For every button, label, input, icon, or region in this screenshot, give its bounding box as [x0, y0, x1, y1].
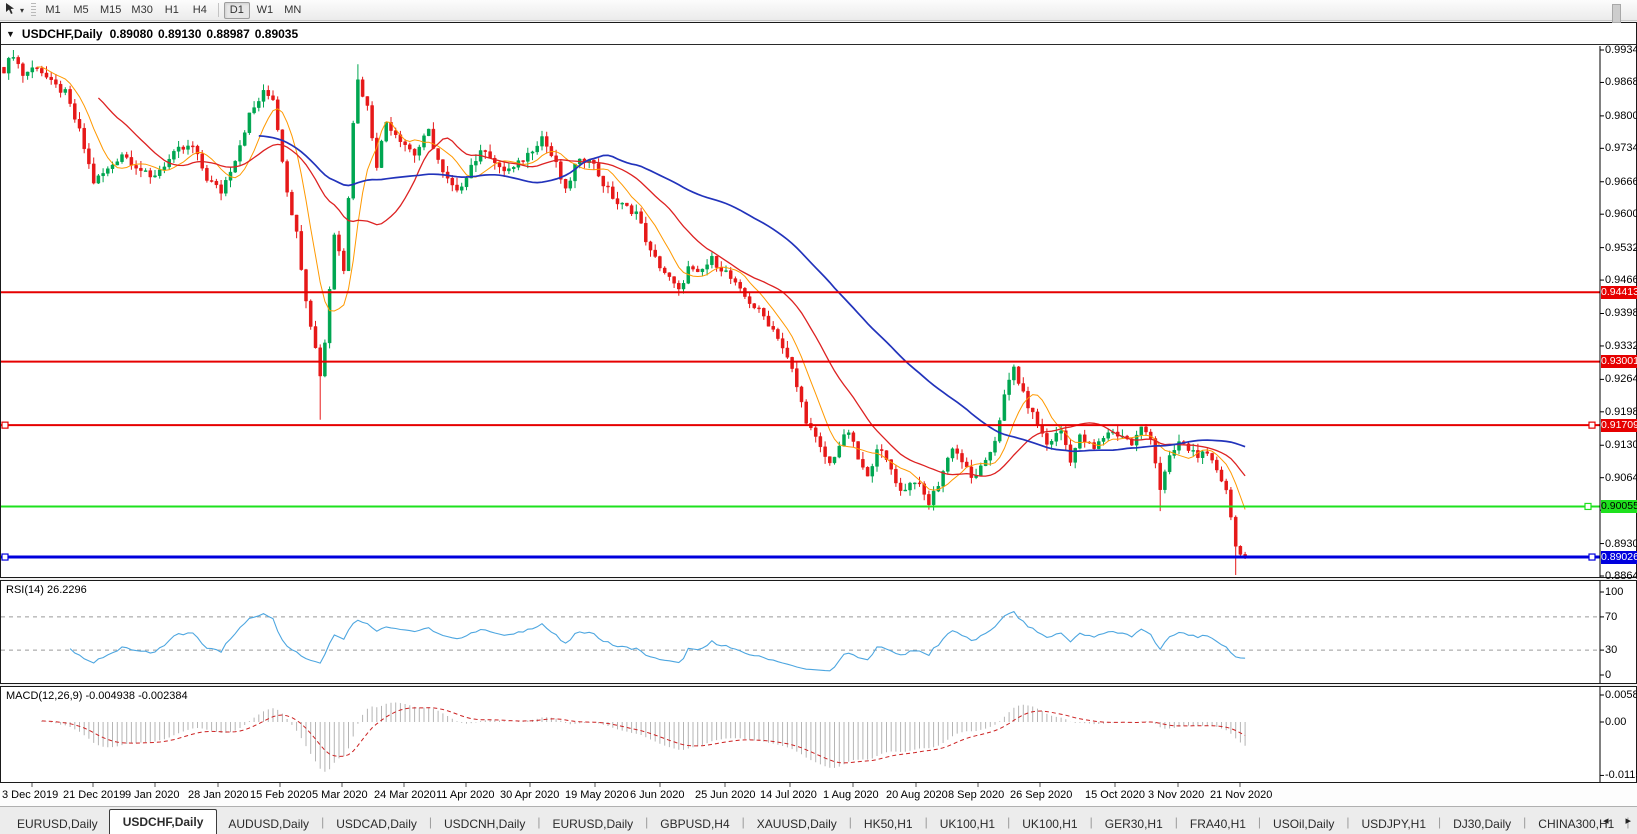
rsi-tick-label: 0: [1605, 669, 1611, 681]
tab-eurusd-daily[interactable]: EURUSD,Daily: [6, 813, 109, 834]
toolbar-separator: [218, 3, 219, 17]
date-tick-label: 3 Nov 2020: [1148, 789, 1204, 801]
price-tick-label: 0.88640: [1605, 570, 1637, 582]
macd-tick-label: 0.005818: [1605, 689, 1637, 701]
price-tick-label: 0.98680: [1605, 76, 1637, 88]
tabs-scroll-left-icon[interactable]: ◂: [1603, 814, 1609, 827]
date-tick-label: 14 Jul 2020: [760, 789, 817, 801]
ohlc-high: 0.89130: [158, 27, 201, 41]
price-tick-label: 0.90640: [1605, 472, 1637, 484]
date-tick-label: 1 Aug 2020: [823, 789, 879, 801]
chart-tabs-bar: EURUSD,DailyUSDCHF,DailyAUDUSD,Daily|USD…: [0, 806, 1637, 834]
date-tick-label: 28 Jan 2020: [188, 789, 249, 801]
cursor-tool-icon[interactable]: [4, 2, 17, 18]
tab-uk100-h1[interactable]: UK100,H1: [1011, 813, 1088, 834]
price-tick-label: 0.93980: [1605, 307, 1637, 319]
price-tick-label: 0.91300: [1605, 439, 1637, 451]
tab-usoil-h[interactable]: USOil,H: [1630, 813, 1637, 834]
date-tick-label: 20 Aug 2020: [886, 789, 948, 801]
tab-usdjpy-h1[interactable]: USDJPY,H1: [1351, 813, 1437, 834]
ohlc-open: 0.89080: [110, 27, 153, 41]
date-tick-label: 21 Dec 2019: [63, 789, 125, 801]
chart-symbol: USDCHF,Daily: [22, 27, 103, 41]
date-tick-label: 24 Mar 2020: [374, 789, 436, 801]
timeframe-w1[interactable]: W1: [252, 2, 278, 19]
tab-usoil-daily[interactable]: USOil,Daily: [1262, 813, 1345, 834]
date-tick-label: 8 Sep 2020: [948, 789, 1004, 801]
price-tick-label: 0.94660: [1605, 274, 1637, 286]
macd-label: MACD(12,26,9) -0.004938 -0.002384: [6, 690, 188, 702]
price-tick-label: 0.91980: [1605, 406, 1637, 418]
vertical-scrollbar-thumb[interactable]: [1612, 4, 1621, 23]
rsi-label: RSI(14) 26.2296: [6, 584, 87, 596]
ohlc-low: 0.88987: [206, 27, 249, 41]
tab-xauusd-daily[interactable]: XAUUSD,Daily: [746, 813, 848, 834]
rsi-tick-label: 100: [1605, 586, 1623, 598]
timeframe-buttons-right: D1W1MN: [223, 2, 307, 19]
level-price-label[interactable]: 0.91709: [1601, 419, 1637, 432]
macd-tick-label: -0.011514: [1605, 769, 1637, 781]
tab-eurusd-daily[interactable]: EURUSD,Daily: [541, 813, 644, 834]
timeframe-m30[interactable]: M30: [127, 2, 156, 19]
date-tick-label: 3 Dec 2019: [2, 789, 58, 801]
collapse-icon[interactable]: ▼: [6, 29, 15, 39]
tab-fra40-h1[interactable]: FRA40,H1: [1179, 813, 1257, 834]
timeframe-mn[interactable]: MN: [280, 2, 306, 19]
price-tick-label: 0.96000: [1605, 208, 1637, 220]
chart-title: ▼ USDCHF,Daily 0.89080 0.89130 0.88987 0…: [1, 23, 1636, 45]
toolbar-grip[interactable]: [31, 3, 36, 17]
tabs-scroll-right-icon[interactable]: ▸: [1625, 814, 1631, 827]
cursor-tool-group: ▾: [0, 2, 28, 18]
tab-uk100-h1[interactable]: UK100,H1: [929, 813, 1006, 834]
toolbar: ▾ M1M5M15M30H1H4 D1W1MN: [0, 0, 1637, 21]
main-chart-panel[interactable]: ▼ USDCHF,Daily 0.89080 0.89130 0.88987 0…: [0, 22, 1637, 578]
rsi-tick-label: 30: [1605, 644, 1617, 656]
ohlc-close: 0.89035: [255, 27, 298, 41]
rsi-panel[interactable]: RSI(14) 26.2296: [0, 580, 1637, 684]
date-tick-label: 5 Mar 2020: [312, 789, 368, 801]
date-tick-label: 15 Feb 2020: [250, 789, 312, 801]
price-tick-label: 0.89300: [1605, 538, 1637, 550]
timeframe-h1[interactable]: H1: [159, 2, 185, 19]
tab-hk50-h1[interactable]: HK50,H1: [853, 813, 924, 834]
tab-usdcad-daily[interactable]: USDCAD,Daily: [325, 813, 428, 834]
tab-usdchf-daily[interactable]: USDCHF,Daily: [109, 809, 218, 834]
timeframe-d1[interactable]: D1: [224, 2, 250, 19]
date-tick-label: 26 Sep 2020: [1010, 789, 1072, 801]
date-tick-label: 21 Nov 2020: [1210, 789, 1272, 801]
level-price-label[interactable]: 0.94413: [1601, 286, 1637, 299]
macd-panel[interactable]: MACD(12,26,9) -0.004938 -0.002384: [0, 686, 1637, 783]
tab-dj30-daily[interactable]: DJ30,Daily: [1442, 813, 1522, 834]
level-price-label[interactable]: 0.89026: [1601, 551, 1637, 564]
timeframe-m5[interactable]: M5: [68, 2, 94, 19]
date-tick-label: 6 Jun 2020: [630, 789, 684, 801]
price-tick-label: 0.98000: [1605, 110, 1637, 122]
chevron-down-icon[interactable]: ▾: [20, 6, 24, 15]
price-tick-label: 0.97340: [1605, 142, 1637, 154]
date-tick-label: 9 Jan 2020: [125, 789, 179, 801]
date-tick-label: 30 Apr 2020: [500, 789, 559, 801]
level-price-label[interactable]: 0.93001: [1601, 355, 1637, 368]
date-tick-label: 25 Jun 2020: [695, 789, 756, 801]
timeframe-h4[interactable]: H4: [187, 2, 213, 19]
tab-audusd-daily[interactable]: AUDUSD,Daily: [217, 813, 320, 834]
price-tick-label: 0.93320: [1605, 340, 1637, 352]
tab-gbpusd-h4[interactable]: GBPUSD,H4: [649, 813, 740, 834]
price-tick-label: 0.99340: [1605, 44, 1637, 56]
price-tick-label: 0.95320: [1605, 242, 1637, 254]
tab-ger30-h1[interactable]: GER30,H1: [1094, 813, 1174, 834]
level-price-label[interactable]: 0.90055: [1601, 500, 1637, 513]
rsi-tick-label: 70: [1605, 611, 1617, 623]
date-axis: 3 Dec 2019 21 Dec 20199 Jan 2020 28 Jan 20…: [0, 783, 1637, 806]
tab-usdcnh-daily[interactable]: USDCNH,Daily: [433, 813, 536, 834]
timeframe-m15[interactable]: M15: [96, 2, 125, 19]
timeframe-m1[interactable]: M1: [40, 2, 66, 19]
price-tick-label: 0.96660: [1605, 176, 1637, 188]
date-tick-label: 19 May 2020: [565, 789, 629, 801]
price-tick-label: 0.92640: [1605, 373, 1637, 385]
timeframe-buttons-left: M1M5M15M30H1H4: [39, 2, 214, 19]
date-tick-label: 11 Apr 2020: [436, 789, 495, 801]
macd-tick-label: 0.00: [1605, 716, 1626, 728]
date-tick-label: 15 Oct 2020: [1085, 789, 1145, 801]
